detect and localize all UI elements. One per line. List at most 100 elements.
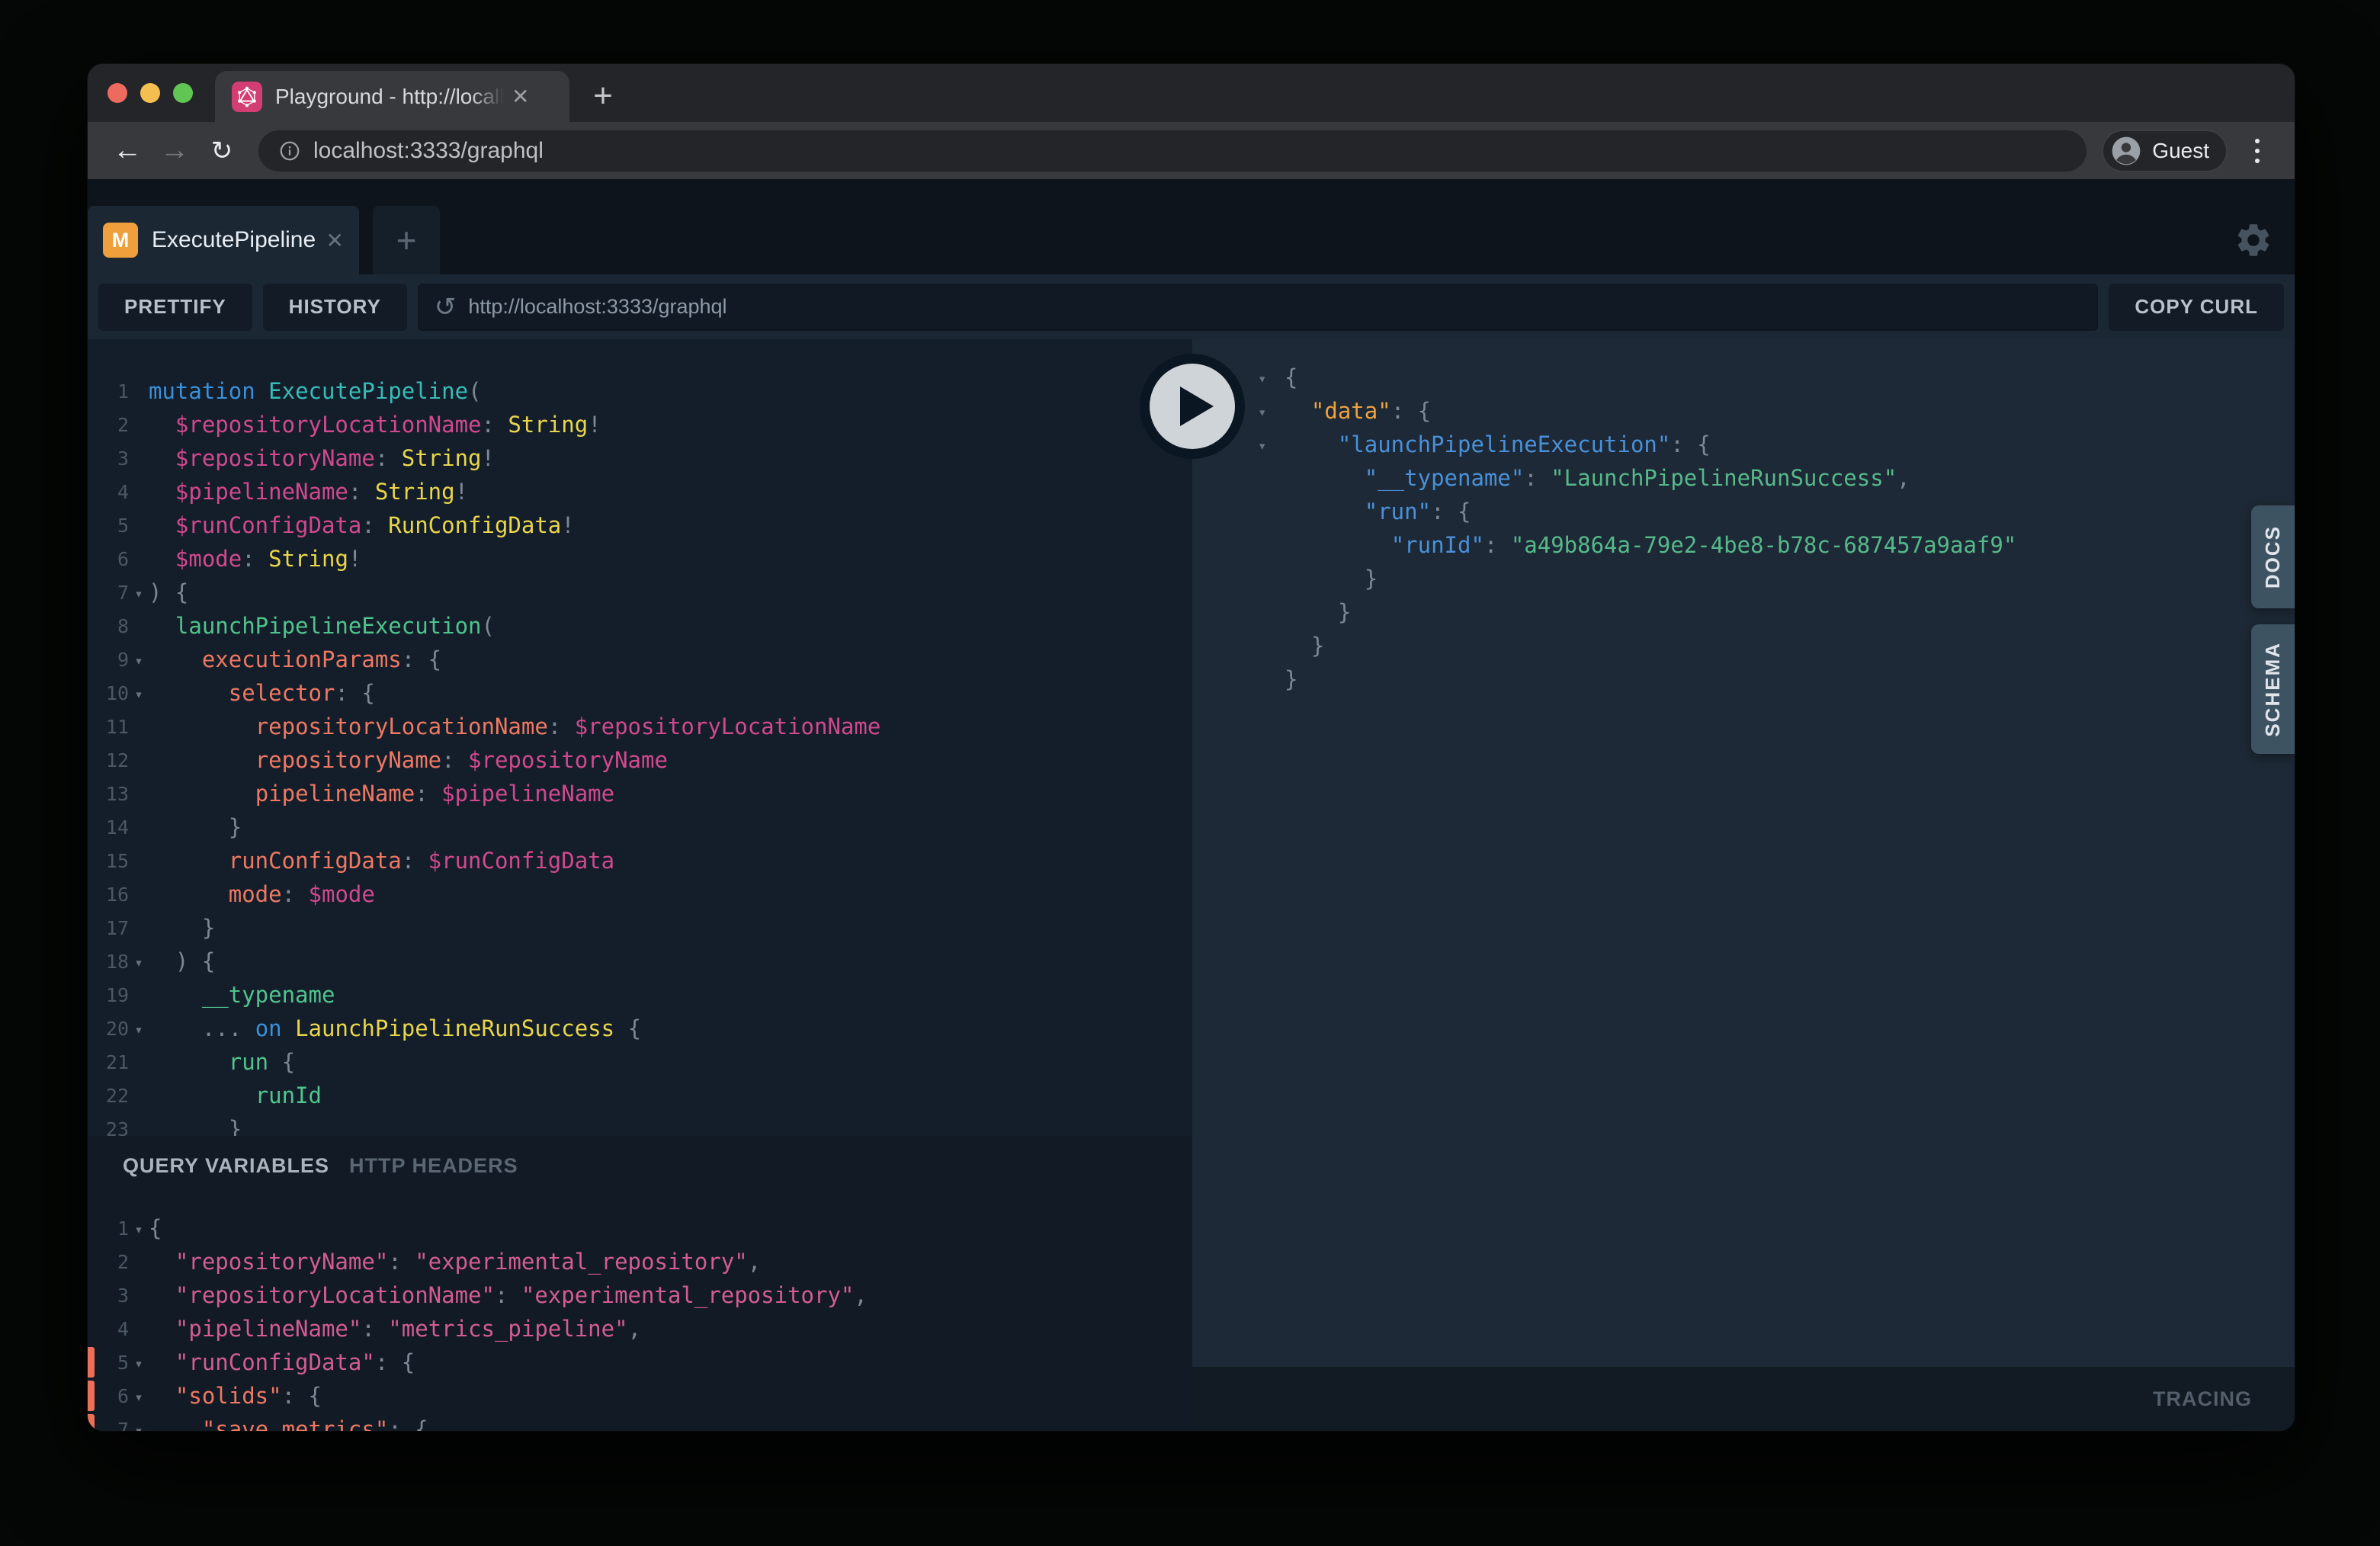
fold-arrow-icon[interactable]: ▾ [129, 1420, 149, 1432]
close-window-button[interactable] [107, 83, 127, 103]
line-number: 1 [88, 380, 129, 403]
back-icon[interactable]: ← [106, 130, 149, 172]
code-line: 5 $runConfigData: RunConfigData! [88, 508, 1192, 542]
endpoint-url: http://localhost:3333/graphql [468, 295, 727, 319]
line-number: 9 [88, 649, 129, 671]
docs-side-tab[interactable]: DOCS [2251, 505, 2295, 608]
code-line: 4 $pipelineName: String! [88, 475, 1192, 508]
lint-marker [88, 1347, 95, 1378]
browser-menu-icon[interactable] [2238, 130, 2276, 172]
fold-arrow-icon[interactable]: ▾ [129, 650, 149, 669]
profile-name: Guest [2152, 139, 2209, 163]
fold-gutter [129, 1128, 149, 1131]
new-tab-button[interactable]: + [582, 75, 624, 117]
line-number: 12 [88, 749, 129, 771]
execute-play-button[interactable] [1140, 354, 1245, 459]
query-editor[interactable]: 1mutation ExecutePipeline(2 $repositoryL… [88, 339, 1192, 1136]
settings-gear-icon[interactable] [2232, 219, 2275, 261]
schema-label: SCHEMA [2261, 642, 2285, 737]
code-line: 6 $mode: String! [88, 542, 1192, 576]
fold-gutter [129, 1294, 149, 1297]
fold-arrow-icon[interactable]: ▾ [129, 1219, 149, 1238]
chrome-tab-strip: Playground - http://localhost:3 ✕ + [88, 64, 2295, 122]
fold-arrow-icon[interactable]: ▾ [129, 684, 149, 703]
code-line: 1▾{ [88, 1211, 1192, 1245]
copy-curl-button[interactable]: COPY CURL [2109, 284, 2284, 331]
line-number: 15 [88, 850, 129, 872]
variables-panel: QUERY VARIABLES HTTP HEADERS 1▾{2 "repos… [88, 1136, 1192, 1431]
prettify-button[interactable]: PRETTIFY [98, 284, 252, 331]
fold-arrow-icon[interactable]: ▾ [129, 1019, 149, 1038]
fold-gutter [129, 927, 149, 929]
reload-icon[interactable]: ↻ [200, 130, 243, 172]
site-info-icon[interactable] [278, 140, 301, 162]
line-number: 19 [88, 984, 129, 1006]
line-number: 20 [88, 1018, 129, 1040]
code-line: 16 mode: $mode [88, 877, 1192, 911]
fold-arrow-icon[interactable]: ▾ [129, 952, 149, 971]
fold-arrow-icon[interactable]: ▾ [1258, 402, 1285, 421]
fold-gutter [129, 994, 149, 996]
history-button[interactable]: HISTORY [263, 284, 407, 331]
session-tab-executepipeline[interactable]: M ExecutePipeline ✕ [88, 206, 359, 274]
code-line: } [1192, 629, 2295, 662]
fold-gutter [1258, 611, 1285, 614]
line-number: 3 [88, 447, 129, 470]
line-number: 8 [88, 615, 129, 637]
fold-gutter [129, 424, 149, 426]
code-line: 10▾ selector: { [88, 676, 1192, 710]
code-line: 2 $repositoryLocationName: String! [88, 408, 1192, 441]
session-tab-close-icon[interactable]: ✕ [326, 228, 344, 253]
tab-http-headers[interactable]: HTTP HEADERS [349, 1154, 518, 1178]
variables-editor[interactable]: 1▾{2 "repositoryName": "experimental_rep… [88, 1211, 1192, 1431]
line-number: 10 [88, 682, 129, 704]
minimize-window-button[interactable] [140, 83, 160, 103]
line-number: 6 [88, 548, 129, 570]
tab-query-variables[interactable]: QUERY VARIABLES [123, 1154, 329, 1178]
forward-icon[interactable]: → [153, 130, 196, 172]
fold-gutter [1258, 678, 1285, 681]
tracing-toggle[interactable]: TRACING [2153, 1387, 2252, 1411]
fold-arrow-icon[interactable]: ▾ [129, 1387, 149, 1406]
endpoint-input[interactable]: ↺ http://localhost:3333/graphql [418, 284, 2099, 331]
fold-gutter [129, 524, 149, 527]
fold-gutter [129, 793, 149, 795]
fold-gutter [1258, 578, 1285, 580]
code-line: 7▾) { [88, 576, 1192, 609]
fold-arrow-icon[interactable]: ▾ [129, 1353, 149, 1372]
session-tab-bar: M ExecutePipeline ✕ + [88, 179, 2295, 274]
fold-gutter [129, 893, 149, 896]
fold-gutter [1258, 477, 1285, 480]
response-pane: ▾{▾ "data": {▾ "launchPipelineExecution"… [1192, 339, 2295, 1431]
fold-arrow-icon[interactable]: ▾ [1258, 435, 1285, 454]
line-number: 2 [88, 1251, 129, 1273]
line-number: 3 [88, 1285, 129, 1307]
code-line: } [1192, 662, 2295, 696]
code-line: 3 "repositoryLocationName": "experimenta… [88, 1278, 1192, 1312]
fold-arrow-icon[interactable]: ▾ [129, 583, 149, 602]
graphql-favicon-icon [232, 82, 262, 112]
browser-tab-close-icon[interactable]: ✕ [512, 84, 529, 109]
schema-side-tab[interactable]: SCHEMA [2251, 624, 2295, 754]
code-line: 14 } [88, 810, 1192, 844]
new-session-tab-button[interactable]: + [373, 206, 440, 274]
address-bar[interactable]: localhost:3333/graphql [258, 130, 2087, 172]
line-number: 22 [88, 1085, 129, 1107]
line-number: 11 [88, 716, 129, 738]
fold-gutter [129, 491, 149, 493]
browser-tab[interactable]: Playground - http://localhost:3 ✕ [215, 71, 569, 122]
query-pane: 1mutation ExecutePipeline(2 $repositoryL… [88, 339, 1192, 1431]
code-line: 17 } [88, 911, 1192, 945]
code-line: 6▾ "solids": { [88, 1379, 1192, 1413]
code-line: 3 $repositoryName: String! [88, 441, 1192, 475]
avatar-icon [2111, 136, 2141, 166]
profile-button[interactable]: Guest [2102, 130, 2228, 172]
fold-gutter [129, 1061, 149, 1063]
line-number: 21 [88, 1051, 129, 1073]
response-viewer[interactable]: ▾{▾ "data": {▾ "launchPipelineExecution"… [1192, 339, 2295, 696]
line-number: 2 [88, 414, 129, 436]
variables-header: QUERY VARIABLES HTTP HEADERS [123, 1154, 518, 1178]
fold-gutter [129, 826, 149, 829]
maximize-window-button[interactable] [173, 83, 193, 103]
fold-arrow-icon[interactable]: ▾ [1258, 368, 1285, 387]
